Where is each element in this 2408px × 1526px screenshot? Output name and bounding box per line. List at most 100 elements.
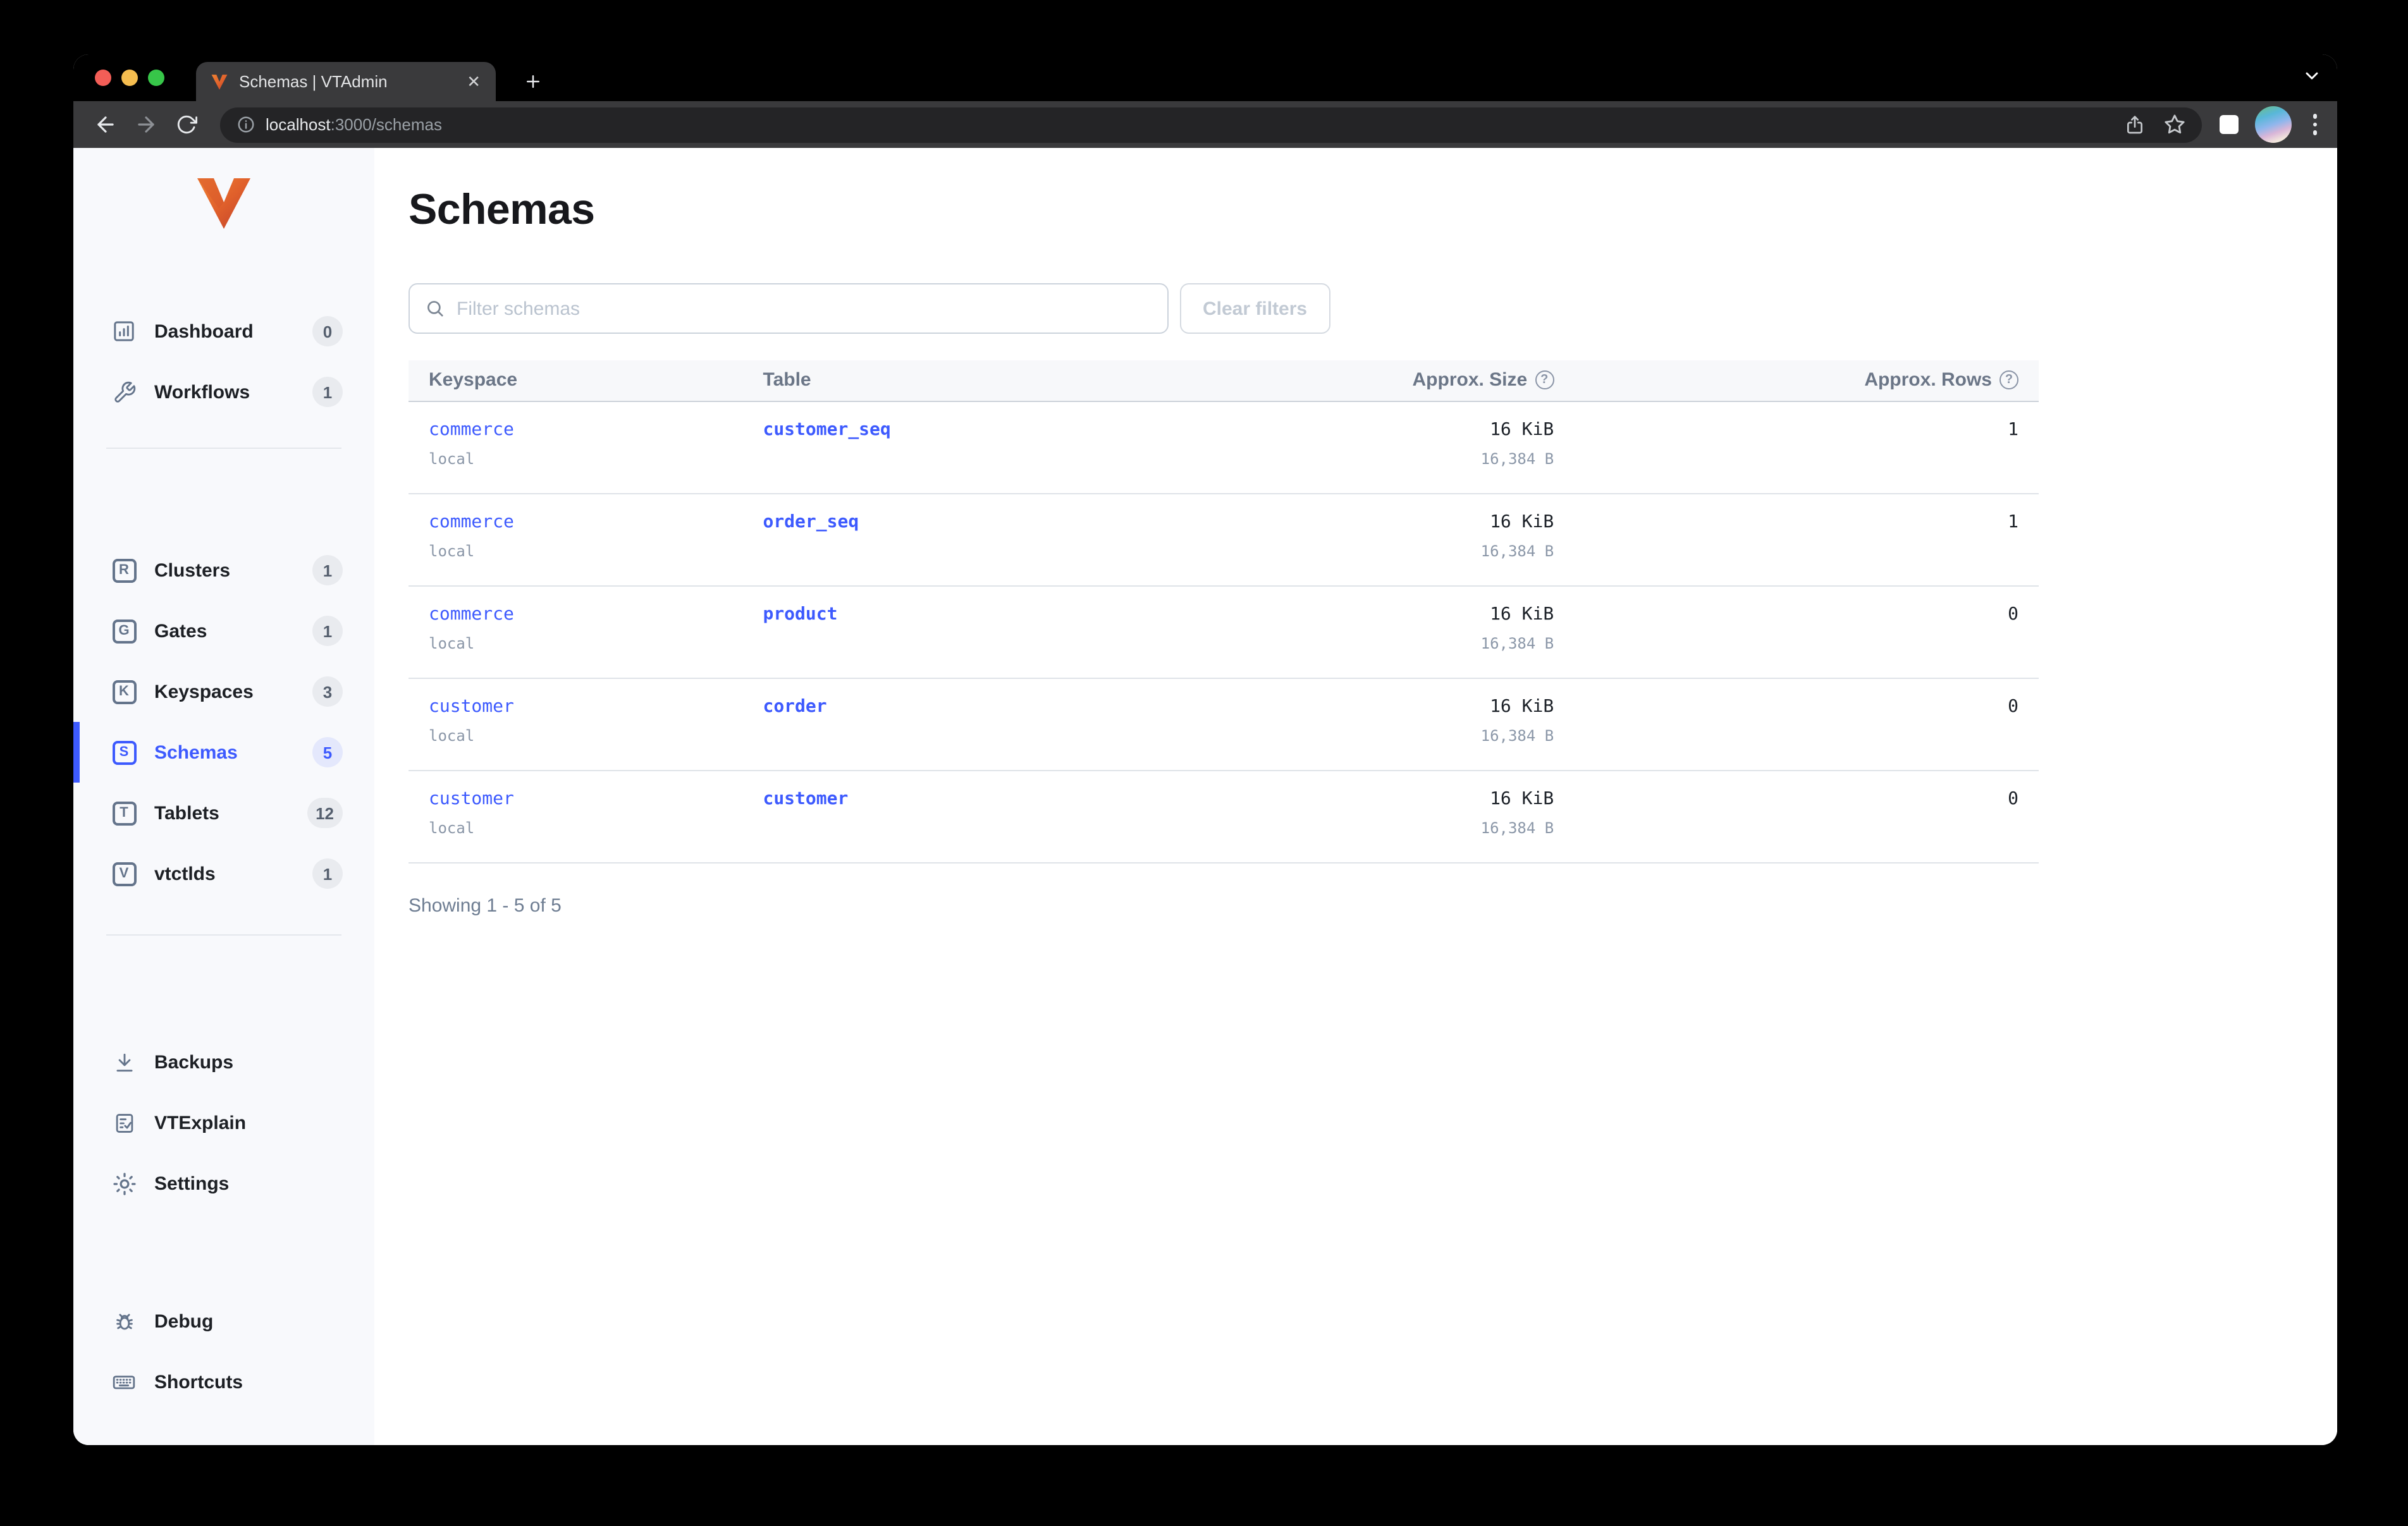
sidebar-item-label: Shortcuts — [154, 1371, 243, 1393]
sidebar-item-workflows[interactable]: Workflows 1 — [73, 362, 374, 422]
url-bar[interactable]: localhost:3000/schemas — [220, 107, 2201, 142]
help-icon[interactable]: ? — [2000, 370, 2018, 390]
approx-size: 16 KiB — [1490, 419, 1554, 439]
sidebar-item-tablets[interactable]: T Tablets 12 — [73, 783, 374, 843]
sidebar-item-clusters[interactable]: R Clusters 1 — [73, 540, 374, 601]
table-header-row: Keyspace Table Approx. Size? Approx. Row… — [408, 360, 2039, 401]
sidebar-item-label: Clusters — [154, 559, 231, 581]
sidebar-item-label: Settings — [154, 1173, 230, 1194]
new-tab-button[interactable] — [516, 64, 549, 97]
size-bytes: 16,384 B — [1480, 542, 1554, 559]
sidebar-item-dashboard[interactable]: Dashboard 0 — [73, 301, 374, 362]
main-content: Schemas Clear filters Keyspace — [374, 148, 2337, 1445]
tab-strip: Schemas | VTAdmin ✕ — [73, 54, 2337, 101]
table-link[interactable]: customer — [763, 788, 848, 809]
sidebar-nav-tools: Backups VTExplain Settings — [73, 1032, 374, 1214]
tab-overview-chevron-icon[interactable] — [2302, 66, 2322, 92]
approx-rows: 0 — [2008, 788, 2018, 809]
tab-close-icon[interactable]: ✕ — [464, 71, 483, 92]
count-badge: 1 — [312, 858, 343, 889]
count-badge: 5 — [312, 737, 343, 767]
side-panel-icon[interactable] — [2219, 115, 2238, 134]
table-link[interactable]: product — [763, 604, 837, 624]
sidebar-item-vtctlds[interactable]: V vtctlds 1 — [73, 843, 374, 904]
keyspace-link[interactable]: customer — [429, 788, 514, 809]
table-link[interactable]: corder — [763, 696, 826, 716]
count-badge: 3 — [312, 676, 343, 707]
column-header-table: Table — [742, 360, 1150, 401]
gear-icon — [111, 1171, 137, 1196]
schemas-table: Keyspace Table Approx. Size? Approx. Row… — [408, 360, 2039, 863]
column-header-approx-rows: Approx. Rows? — [1574, 360, 2039, 401]
filter-controls: Clear filters — [408, 283, 2337, 334]
keyspace-link[interactable]: commerce — [429, 511, 514, 532]
keyspaces-icon: K — [111, 679, 137, 704]
browser-toolbar: localhost:3000/schemas — [73, 101, 2337, 148]
sidebar-item-label: Gates — [154, 620, 207, 642]
reload-button[interactable] — [169, 108, 202, 141]
sidebar-item-vtexplain[interactable]: VTExplain — [73, 1092, 374, 1153]
share-icon[interactable] — [2124, 114, 2144, 135]
table-link[interactable]: customer_seq — [763, 419, 890, 439]
filter-input-wrapper — [408, 283, 1169, 334]
clusters-icon: R — [111, 558, 137, 583]
sidebar-item-keyspaces[interactable]: K Keyspaces 3 — [73, 661, 374, 722]
sidebar-item-label: Workflows — [154, 381, 250, 403]
sidebar-item-label: vtctlds — [154, 863, 216, 884]
size-bytes: 16,384 B — [1480, 819, 1554, 836]
column-header-keyspace: Keyspace — [408, 360, 743, 401]
bookmark-star-icon[interactable] — [2163, 114, 2185, 135]
zoom-window-button[interactable] — [148, 70, 164, 86]
sidebar-divider — [106, 934, 341, 936]
browser-window: Schemas | VTAdmin ✕ localhost:3000/schem… — [73, 54, 2337, 1445]
profile-avatar[interactable] — [2254, 106, 2291, 143]
sidebar-item-backups[interactable]: Backups — [73, 1032, 374, 1092]
sidebar-item-label: Tablets — [154, 802, 219, 824]
sidebar-item-shortcuts[interactable]: Shortcuts — [73, 1352, 374, 1412]
size-bytes: 16,384 B — [1480, 634, 1554, 652]
cluster-label: local — [429, 542, 475, 559]
sidebar-item-label: Backups — [154, 1051, 234, 1073]
forward-button[interactable] — [129, 108, 162, 141]
table-link[interactable]: order_seq — [763, 511, 859, 532]
table-row: customer local customer 16 KiB 16,384 B … — [408, 770, 2039, 863]
sidebar-nav-bottom: Debug Shortcuts — [73, 1291, 374, 1412]
sidebar-item-debug[interactable]: Debug — [73, 1291, 374, 1352]
approx-size: 16 KiB — [1490, 788, 1554, 809]
download-icon — [111, 1049, 137, 1075]
site-info-icon[interactable] — [236, 115, 255, 134]
sidebar-divider — [106, 448, 341, 449]
clear-filters-button[interactable]: Clear filters — [1180, 283, 1330, 334]
keyspace-link[interactable]: commerce — [429, 604, 514, 624]
dashboard-icon — [111, 319, 137, 344]
sidebar-item-schemas[interactable]: S Schemas 5 — [73, 722, 374, 783]
size-bytes: 16,384 B — [1480, 449, 1554, 467]
count-badge: 1 — [312, 377, 343, 407]
sidebar-item-label: Debug — [154, 1310, 214, 1332]
url-text: localhost:3000/schemas — [266, 115, 442, 134]
sidebar-item-gates[interactable]: G Gates 1 — [73, 601, 374, 661]
browser-tab[interactable]: Schemas | VTAdmin ✕ — [196, 62, 496, 101]
vtctlds-icon: V — [111, 861, 137, 886]
cluster-label: local — [429, 449, 475, 467]
help-icon[interactable]: ? — [1535, 370, 1554, 390]
keyspace-link[interactable]: commerce — [429, 419, 514, 439]
table-row: commerce local customer_seq 16 KiB 16,38… — [408, 401, 2039, 494]
sidebar-item-settings[interactable]: Settings — [73, 1153, 374, 1214]
approx-rows: 0 — [2008, 604, 2018, 624]
back-button[interactable] — [89, 108, 121, 141]
filter-schemas-input[interactable] — [457, 298, 1152, 319]
cluster-label: local — [429, 634, 475, 652]
cluster-label: local — [429, 819, 475, 836]
vitess-logo[interactable] — [196, 178, 252, 235]
active-indicator — [73, 722, 80, 783]
document-check-icon — [111, 1110, 137, 1135]
close-window-button[interactable] — [95, 70, 111, 86]
column-header-approx-size: Approx. Size? — [1150, 360, 1575, 401]
page-title: Schemas — [408, 186, 595, 234]
favicon-vitess-icon — [211, 74, 228, 89]
keyspace-link[interactable]: customer — [429, 696, 514, 716]
schemas-icon: S — [111, 740, 137, 765]
minimize-window-button[interactable] — [121, 70, 138, 86]
browser-menu-icon[interactable] — [2307, 112, 2322, 138]
